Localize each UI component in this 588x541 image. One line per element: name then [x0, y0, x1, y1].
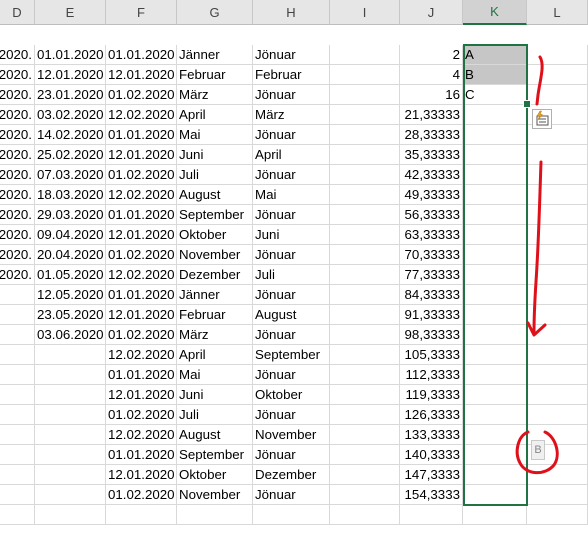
red-arrowhead	[526, 321, 547, 337]
red-arrow-top	[535, 55, 544, 106]
red-circle-mark	[515, 430, 559, 475]
red-annotation-marks	[515, 55, 559, 475]
red-arrow-down	[532, 160, 543, 335]
